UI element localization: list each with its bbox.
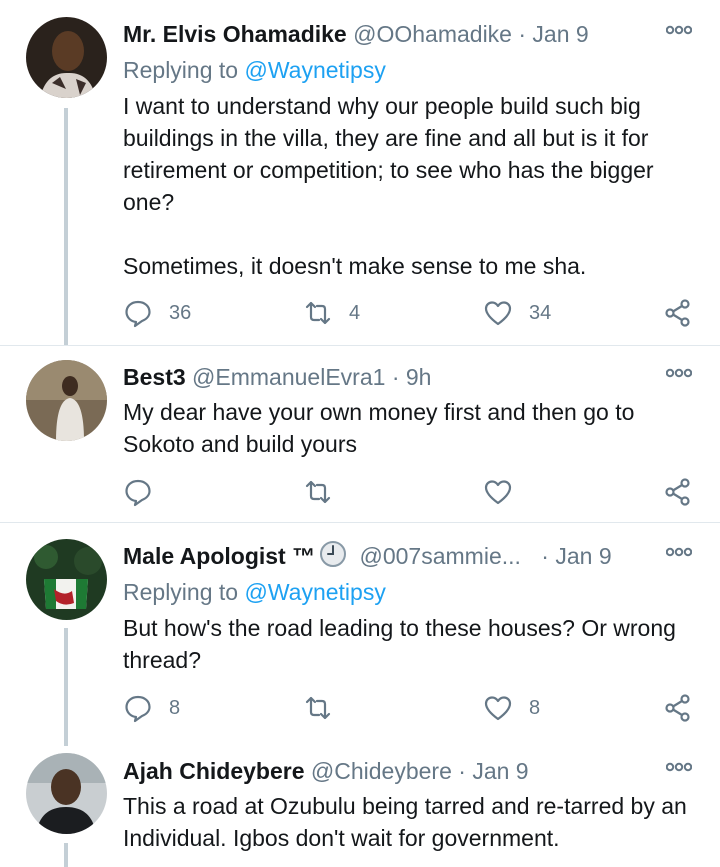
replying-to-label: Replying to <box>123 57 239 83</box>
like-count: 8 <box>529 696 541 719</box>
share-icon <box>665 478 690 506</box>
more-icon[interactable] <box>665 759 693 779</box>
reply-thread: Mr. Elvis Ohamadike @OOhamadike · Jan 9 … <box>0 0 720 867</box>
avatar[interactable] <box>26 539 107 620</box>
avatar[interactable] <box>26 360 107 441</box>
reply-count: 8 <box>169 696 181 719</box>
tweet-text: My dear have your own money first and th… <box>123 399 641 457</box>
retweet-count: 4 <box>349 301 361 324</box>
timestamp[interactable]: Jan 9 <box>555 543 611 569</box>
replying-to-label: Replying to <box>123 579 239 605</box>
mention-link[interactable]: @Waynetipsy <box>244 57 385 83</box>
more-icon[interactable] <box>665 22 693 42</box>
tweet-actions: 36 4 34 <box>123 296 698 330</box>
timestamp[interactable]: Jan 9 <box>532 21 588 47</box>
separator: · <box>541 543 549 569</box>
reply-icon <box>125 479 151 507</box>
thread-line <box>64 843 68 867</box>
share-icon <box>665 299 690 327</box>
retweet-icon <box>305 696 331 720</box>
tweet[interactable]: Best3 @EmmanuelEvra1 · 9h My dear have y… <box>0 346 720 522</box>
like-icon <box>484 301 512 326</box>
avatar[interactable] <box>26 753 107 834</box>
retweet-button[interactable]: 4 <box>303 296 360 330</box>
timestamp[interactable]: Jan 9 <box>472 758 528 784</box>
tweet-header: Mr. Elvis Ohamadike @OOhamadike · Jan 9 <box>123 18 589 50</box>
reply-icon <box>125 695 151 723</box>
like-icon <box>484 696 512 721</box>
display-name[interactable]: Mr. Elvis Ohamadike <box>123 21 347 47</box>
clock-emoji-icon <box>319 540 347 576</box>
reply-button[interactable] <box>123 475 169 509</box>
mention-link[interactable]: @Waynetipsy <box>244 579 385 605</box>
share-icon <box>665 694 690 722</box>
like-count: 34 <box>529 301 552 324</box>
user-handle[interactable]: @EmmanuelEvra1 <box>192 364 385 390</box>
reply-button[interactable]: 8 <box>123 691 180 725</box>
like-button[interactable]: 8 <box>483 691 540 725</box>
separator: · <box>391 364 400 390</box>
tweet-header: Ajah Chideybere @Chideybere · Jan 9 <box>123 755 529 787</box>
display-name[interactable]: Best3 <box>123 364 186 390</box>
like-button[interactable]: 34 <box>483 296 551 330</box>
tweet-header: Male Apologist ™ @007sammie... · Jan 9 <box>123 540 612 572</box>
user-handle[interactable]: @OOhamadike <box>353 21 512 47</box>
display-name[interactable]: Ajah Chideybere <box>123 758 305 784</box>
like-icon <box>484 480 512 505</box>
tweet-actions: 8 8 <box>123 691 698 725</box>
display-name[interactable]: Male Apologist ™ <box>123 543 315 569</box>
retweet-icon <box>305 480 331 504</box>
tweet-text: But how's the road leading to these hous… <box>123 615 683 673</box>
share-button[interactable] <box>663 296 693 330</box>
separator: · <box>518 21 527 47</box>
thread-line <box>64 628 68 746</box>
tweet[interactable]: Mr. Elvis Ohamadike @OOhamadike · Jan 9 … <box>0 0 720 346</box>
tweet-header: Best3 @EmmanuelEvra1 · 9h <box>123 361 431 393</box>
thread-line <box>64 108 68 346</box>
tweet-text: I want to understand why our people buil… <box>123 93 654 279</box>
more-icon[interactable] <box>665 544 693 564</box>
tweet[interactable]: Male Apologist ™ @007sammie... · Jan 9 R… <box>0 523 720 746</box>
separator: · <box>458 758 466 784</box>
user-handle[interactable]: @007sammie... <box>360 543 521 569</box>
timestamp[interactable]: 9h <box>406 364 432 390</box>
share-button[interactable] <box>663 475 693 509</box>
tweet-actions <box>123 475 698 509</box>
reply-icon <box>125 300 151 328</box>
share-button[interactable] <box>663 691 693 725</box>
tweet-text: This a road at Ozubulu being tarred and … <box>123 793 694 851</box>
like-button[interactable] <box>483 475 529 509</box>
avatar[interactable] <box>26 17 107 98</box>
reply-button[interactable]: 36 <box>123 296 191 330</box>
more-icon[interactable] <box>665 365 693 385</box>
retweet-button[interactable] <box>303 691 349 725</box>
reply-count: 36 <box>169 301 192 324</box>
tweet[interactable]: Ajah Chideybere @Chideybere · Jan 9 This… <box>0 745 720 867</box>
retweet-button[interactable] <box>303 475 349 509</box>
retweet-icon <box>305 301 331 325</box>
user-handle[interactable]: @Chideybere <box>311 758 452 784</box>
replying-to: Replying to @Waynetipsy <box>123 576 386 608</box>
replying-to: Replying to @Waynetipsy <box>123 54 386 86</box>
